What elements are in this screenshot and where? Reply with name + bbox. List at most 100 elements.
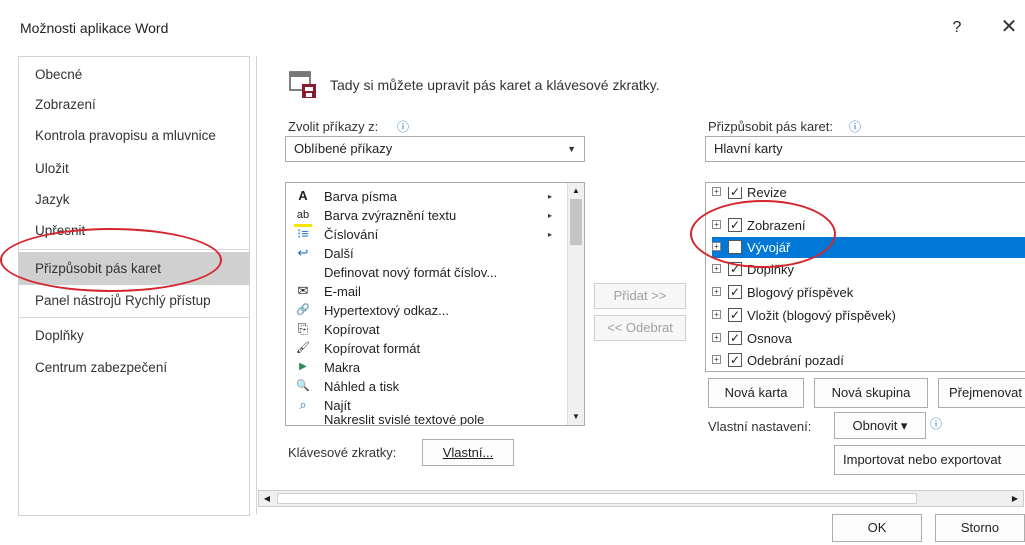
checkbox[interactable]: ✓ <box>728 308 742 322</box>
tree-item-label: Odebrání pozadí <box>747 353 844 368</box>
expand-icon[interactable]: + <box>712 220 721 229</box>
checkbox[interactable]: ✓ <box>728 285 742 299</box>
tree-item-label: Vložit (blogový příspěvek) <box>747 308 896 323</box>
list-item[interactable]: ↩ Další <box>286 244 566 263</box>
expand-icon[interactable]: + <box>712 264 721 273</box>
list-item[interactable]: ⁝≡ Číslování ▸ <box>286 225 566 244</box>
cancel-button[interactable]: Storno <box>935 514 1025 542</box>
expand-icon[interactable]: + <box>712 287 721 296</box>
tree-item-developer[interactable]: + Vývojář <box>712 237 1025 258</box>
sidebar-item-display[interactable]: Zobrazení <box>19 90 249 120</box>
scroll-left-icon[interactable]: ◀ <box>261 492 273 505</box>
sidebar-item-addins[interactable]: Doplňky <box>19 321 249 351</box>
expand-icon[interactable]: + <box>712 310 721 319</box>
checkbox[interactable]: ✓ <box>728 262 742 276</box>
list-item-label: Hypertextový odkaz... <box>324 303 449 318</box>
list-item[interactable]: 🖌 Kopírovat formát <box>286 339 566 358</box>
list-item-label: Kopírovat formát <box>324 341 421 356</box>
reset-dropdown-button[interactable]: Obnovit ▾ <box>834 412 926 439</box>
customize-ribbon-dropdown[interactable]: Hlavní karty <box>705 136 1025 162</box>
commands-scrollbar[interactable]: ▲ ▼ <box>567 183 584 425</box>
customize-ribbon-icon <box>288 66 318 100</box>
list-item-label: Makra <box>324 360 361 375</box>
new-group-button[interactable]: Nová skupina <box>814 378 928 408</box>
email-icon: ✉ <box>297 283 309 298</box>
scroll-thumb[interactable] <box>277 493 917 504</box>
tree-item-label: Blogový příspěvek <box>747 285 854 300</box>
sidebar-item-save[interactable]: Uložit <box>19 154 249 184</box>
checkbox[interactable]: ✓ <box>728 353 742 367</box>
checkbox[interactable]: ✓ <box>728 331 742 345</box>
next-icon: ↩ <box>297 245 309 260</box>
expand-icon[interactable]: + <box>712 242 721 251</box>
ribbon-tree[interactable]: + ✓ Revize + ✓ Zobrazení + Vývojář + ✓ D… <box>705 182 1025 372</box>
list-item-label: Barva zvýraznění textu <box>324 208 457 223</box>
checkbox[interactable]: ✓ <box>728 187 742 199</box>
list-item[interactable]: ⎘ Kopírovat <box>286 320 566 339</box>
sidebar-item-general[interactable]: Obecné <box>19 60 249 90</box>
checkbox[interactable] <box>728 240 742 254</box>
list-item[interactable]: 🔗 Hypertextový odkaz... <box>286 301 566 320</box>
list-item[interactable]: ✉ E-mail <box>286 282 566 301</box>
chevron-down-icon: ▼ <box>567 144 576 154</box>
copy-icon: ⎘ <box>297 321 309 336</box>
rename-button[interactable]: Přejmenovat <box>938 378 1025 408</box>
sidebar-item-advanced[interactable]: Upřesnit <box>19 216 249 246</box>
list-item-label: Náhled a tisk <box>324 379 400 394</box>
list-item[interactable]: Nakreslit svislé textové pole <box>286 415 566 425</box>
choose-commands-value: Oblíbené příkazy <box>294 141 393 156</box>
tree-item-view[interactable]: + ✓ Zobrazení <box>712 215 1025 236</box>
list-item-label: E-mail <box>324 284 361 299</box>
import-export-button[interactable]: Importovat nebo exportovat <box>834 445 1025 475</box>
info-icon: ⓘ <box>397 120 410 134</box>
sidebar-item-trust-center[interactable]: Centrum zabezpečení <box>19 353 249 383</box>
format-painter-icon: 🖌 <box>296 342 310 354</box>
hyperlink-icon: 🔗 <box>296 304 310 316</box>
expand-icon[interactable]: + <box>712 355 721 364</box>
checkbox[interactable]: ✓ <box>728 218 742 232</box>
tree-item-insert-blog[interactable]: + ✓ Vložit (blogový příspěvek) <box>712 305 1025 326</box>
scroll-down-icon[interactable]: ▼ <box>569 411 583 423</box>
help-button[interactable]: ? <box>945 16 969 40</box>
list-item-label: Další <box>324 246 354 261</box>
ok-button[interactable]: OK <box>832 514 922 542</box>
sidebar-divider <box>19 249 249 250</box>
tree-item-background-removal[interactable]: + ✓ Odebrání pozadí <box>712 350 1025 371</box>
list-item[interactable]: A Barva písma ▸ <box>286 187 566 206</box>
tree-item-review[interactable]: + ✓ Revize <box>712 187 1025 201</box>
sidebar-item-customize-ribbon[interactable]: Přizpůsobit pás karet <box>19 252 249 285</box>
list-item[interactable]: Definovat nový formát číslov... <box>286 263 566 282</box>
sidebar-item-language[interactable]: Jazyk <box>19 185 249 215</box>
customize-shortcuts-button[interactable]: Vlastní... <box>422 439 514 466</box>
new-tab-button[interactable]: Nová karta <box>708 378 804 408</box>
main-panel-border <box>256 56 257 514</box>
sidebar-item-proofing[interactable]: Kontrola pravopisu a mluvnice <box>19 121 249 151</box>
horizontal-scrollbar[interactable]: ◀ ▶ <box>258 490 1024 507</box>
sidebar-item-quick-access[interactable]: Panel nástrojů Rychlý přístup <box>19 286 249 316</box>
tree-item-outline[interactable]: + ✓ Osnova <box>712 328 1025 349</box>
tree-item-addins[interactable]: + ✓ Doplňky <box>712 259 1025 280</box>
tree-item-label: Revize <box>747 187 787 200</box>
tree-item-blog-post[interactable]: + ✓ Blogový příspěvek <box>712 282 1025 303</box>
list-item[interactable]: ab Barva zvýraznění textu ▸ <box>286 206 566 227</box>
remove-button[interactable]: << Odebrat <box>594 315 686 341</box>
list-item[interactable]: ⌕ Najít <box>286 396 566 415</box>
highlight-color-icon: ab <box>294 206 312 227</box>
expand-icon[interactable]: + <box>712 333 721 342</box>
font-color-icon: A <box>298 188 308 203</box>
list-item[interactable]: ▶ Makra <box>286 358 566 377</box>
options-sidebar: Obecné Zobrazení Kontrola pravopisu a ml… <box>18 56 250 516</box>
print-preview-icon: 🔍 <box>296 380 310 392</box>
list-item[interactable]: 🔍 Náhled a tisk <box>286 377 566 396</box>
scroll-right-icon[interactable]: ▶ <box>1009 492 1021 505</box>
scroll-up-icon[interactable]: ▲ <box>569 185 583 197</box>
add-button[interactable]: Přidat >> <box>594 283 686 309</box>
expand-icon[interactable]: + <box>712 187 721 196</box>
choose-commands-dropdown[interactable]: Oblíbené příkazy ▼ <box>285 136 585 162</box>
tree-item-label: Vývojář <box>747 240 791 255</box>
commands-listbox[interactable]: A Barva písma ▸ ab Barva zvýraznění text… <box>285 182 585 426</box>
list-item-label: Najít <box>324 398 351 413</box>
scroll-thumb[interactable] <box>570 199 582 245</box>
sidebar-divider <box>19 317 249 318</box>
close-button[interactable]: ✕ <box>996 14 1022 40</box>
